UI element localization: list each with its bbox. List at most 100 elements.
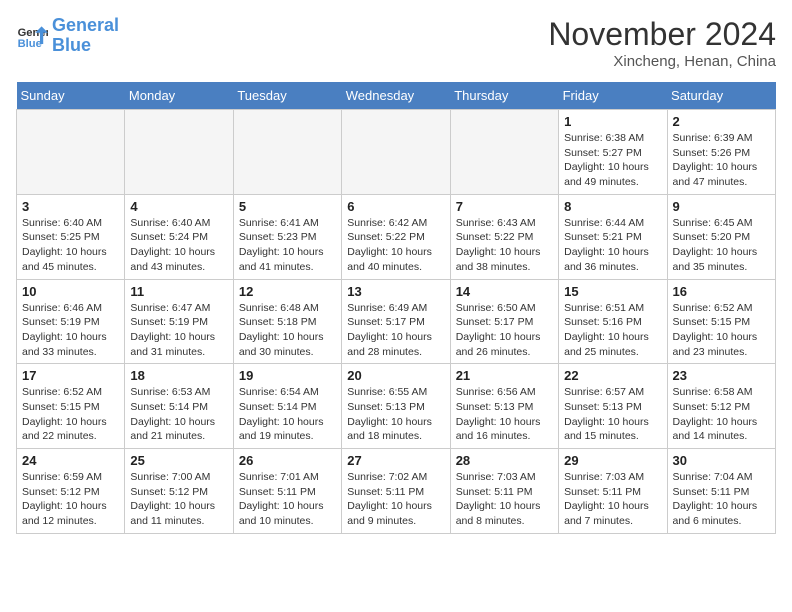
calendar-day-cell: 29 Sunrise: 7:03 AM Sunset: 5:11 PM Dayli… [559,449,667,534]
calendar-day-cell: 25 Sunrise: 7:00 AM Sunset: 5:12 PM Dayli… [125,449,233,534]
day-info: Sunrise: 7:00 AM Sunset: 5:12 PM Dayligh… [130,470,227,529]
calendar-day-cell [342,110,450,195]
logo-line2: Blue [52,35,91,55]
calendar-week-row: 17Sunrise: 6:52 AM Sunset: 5:15 PM Dayli… [17,364,776,449]
calendar-day-cell: 21Sunrise: 6:56 AM Sunset: 5:13 PM Dayli… [450,364,558,449]
calendar-week-row: 24 Sunrise: 6:59 AM Sunset: 5:12 PM Dayli… [17,449,776,534]
weekday-header: Thursday [450,82,558,110]
day-info: Sunrise: 6:40 AM Sunset: 5:24 PM Dayligh… [130,216,227,275]
calendar-day-cell: 4 Sunrise: 6:40 AM Sunset: 5:24 PM Daylig… [125,194,233,279]
calendar-week-row: 3 Sunrise: 6:40 AM Sunset: 5:25 PM Daylig… [17,194,776,279]
logo-text: General Blue [52,16,119,56]
day-info: Sunrise: 6:52 AM Sunset: 5:15 PM Dayligh… [673,301,770,360]
calendar-day-cell: 11Sunrise: 6:47 AM Sunset: 5:19 PM Dayli… [125,279,233,364]
weekday-header: Sunday [17,82,125,110]
day-info: Sunrise: 7:02 AM Sunset: 5:11 PM Dayligh… [347,470,444,529]
day-number: 20 [347,368,444,383]
weekday-header: Tuesday [233,82,341,110]
day-info: Sunrise: 7:04 AM Sunset: 5:11 PM Dayligh… [673,470,770,529]
day-info: Sunrise: 6:54 AM Sunset: 5:14 PM Dayligh… [239,385,336,444]
calendar-day-cell: 28 Sunrise: 7:03 AM Sunset: 5:11 PM Dayli… [450,449,558,534]
calendar-week-row: 1 Sunrise: 6:38 AM Sunset: 5:27 PM Daylig… [17,110,776,195]
month-title: November 2024 [548,16,776,53]
day-info: Sunrise: 6:44 AM Sunset: 5:21 PM Dayligh… [564,216,661,275]
day-number: 15 [564,284,661,299]
calendar-day-cell: 12Sunrise: 6:48 AM Sunset: 5:18 PM Dayli… [233,279,341,364]
day-number: 19 [239,368,336,383]
day-number: 18 [130,368,227,383]
day-number: 25 [130,453,227,468]
day-number: 21 [456,368,553,383]
weekday-header: Wednesday [342,82,450,110]
calendar-day-cell: 27 Sunrise: 7:02 AM Sunset: 5:11 PM Dayli… [342,449,450,534]
day-info: Sunrise: 6:38 AM Sunset: 5:27 PM Dayligh… [564,131,661,190]
weekday-header: Monday [125,82,233,110]
calendar-day-cell [450,110,558,195]
calendar-day-cell: 18 Sunrise: 6:53 AM Sunset: 5:14 PM Dayli… [125,364,233,449]
calendar-day-cell: 1 Sunrise: 6:38 AM Sunset: 5:27 PM Daylig… [559,110,667,195]
calendar-day-cell: 30 Sunrise: 7:04 AM Sunset: 5:11 PM Dayli… [667,449,775,534]
calendar-week-row: 10 Sunrise: 6:46 AM Sunset: 5:19 PM Dayli… [17,279,776,364]
calendar-day-cell: 20 Sunrise: 6:55 AM Sunset: 5:13 PM Dayli… [342,364,450,449]
day-number: 9 [673,199,770,214]
day-number: 22 [564,368,661,383]
day-number: 26 [239,453,336,468]
day-number: 6 [347,199,444,214]
calendar-day-cell: 22 Sunrise: 6:57 AM Sunset: 5:13 PM Dayli… [559,364,667,449]
day-number: 24 [22,453,119,468]
day-info: Sunrise: 6:51 AM Sunset: 5:16 PM Dayligh… [564,301,661,360]
calendar-day-cell: 5 Sunrise: 6:41 AM Sunset: 5:23 PM Daylig… [233,194,341,279]
logo-line1: General [52,15,119,35]
logo: General Blue General Blue [16,16,119,56]
day-info: Sunrise: 6:57 AM Sunset: 5:13 PM Dayligh… [564,385,661,444]
day-number: 28 [456,453,553,468]
calendar-day-cell: 15 Sunrise: 6:51 AM Sunset: 5:16 PM Dayli… [559,279,667,364]
day-number: 29 [564,453,661,468]
day-number: 16 [673,284,770,299]
day-info: Sunrise: 6:50 AM Sunset: 5:17 PM Dayligh… [456,301,553,360]
calendar-day-cell: 14 Sunrise: 6:50 AM Sunset: 5:17 PM Dayli… [450,279,558,364]
weekday-header: Saturday [667,82,775,110]
calendar-day-cell: 17Sunrise: 6:52 AM Sunset: 5:15 PM Dayli… [17,364,125,449]
day-info: Sunrise: 6:49 AM Sunset: 5:17 PM Dayligh… [347,301,444,360]
calendar-day-cell [125,110,233,195]
day-info: Sunrise: 6:43 AM Sunset: 5:22 PM Dayligh… [456,216,553,275]
day-number: 10 [22,284,119,299]
day-number: 5 [239,199,336,214]
day-info: Sunrise: 6:39 AM Sunset: 5:26 PM Dayligh… [673,131,770,190]
day-info: Sunrise: 6:40 AM Sunset: 5:25 PM Dayligh… [22,216,119,275]
day-number: 13 [347,284,444,299]
day-info: Sunrise: 7:03 AM Sunset: 5:11 PM Dayligh… [456,470,553,529]
calendar-day-cell: 8Sunrise: 6:44 AM Sunset: 5:21 PM Daylig… [559,194,667,279]
day-info: Sunrise: 6:41 AM Sunset: 5:23 PM Dayligh… [239,216,336,275]
day-number: 27 [347,453,444,468]
calendar-day-cell: 9 Sunrise: 6:45 AM Sunset: 5:20 PM Daylig… [667,194,775,279]
day-number: 7 [456,199,553,214]
day-info: Sunrise: 6:46 AM Sunset: 5:19 PM Dayligh… [22,301,119,360]
day-info: Sunrise: 6:58 AM Sunset: 5:12 PM Dayligh… [673,385,770,444]
day-number: 30 [673,453,770,468]
day-number: 1 [564,114,661,129]
day-number: 14 [456,284,553,299]
day-info: Sunrise: 7:03 AM Sunset: 5:11 PM Dayligh… [564,470,661,529]
day-info: Sunrise: 6:45 AM Sunset: 5:20 PM Dayligh… [673,216,770,275]
day-number: 4 [130,199,227,214]
calendar-day-cell [17,110,125,195]
day-number: 3 [22,199,119,214]
day-info: Sunrise: 6:53 AM Sunset: 5:14 PM Dayligh… [130,385,227,444]
calendar-day-cell: 7 Sunrise: 6:43 AM Sunset: 5:22 PM Daylig… [450,194,558,279]
calendar-day-cell: 16 Sunrise: 6:52 AM Sunset: 5:15 PM Dayli… [667,279,775,364]
calendar-day-cell: 23Sunrise: 6:58 AM Sunset: 5:12 PM Dayli… [667,364,775,449]
day-info: Sunrise: 6:47 AM Sunset: 5:19 PM Dayligh… [130,301,227,360]
calendar-day-cell: 3 Sunrise: 6:40 AM Sunset: 5:25 PM Daylig… [17,194,125,279]
calendar-day-cell: 13 Sunrise: 6:49 AM Sunset: 5:17 PM Dayli… [342,279,450,364]
day-info: Sunrise: 6:59 AM Sunset: 5:12 PM Dayligh… [22,470,119,529]
calendar-day-cell: 10 Sunrise: 6:46 AM Sunset: 5:19 PM Dayli… [17,279,125,364]
day-info: Sunrise: 6:55 AM Sunset: 5:13 PM Dayligh… [347,385,444,444]
day-info: Sunrise: 6:42 AM Sunset: 5:22 PM Dayligh… [347,216,444,275]
day-info: Sunrise: 6:52 AM Sunset: 5:15 PM Dayligh… [22,385,119,444]
day-info: Sunrise: 7:01 AM Sunset: 5:11 PM Dayligh… [239,470,336,529]
calendar-day-cell [233,110,341,195]
weekday-header: Friday [559,82,667,110]
svg-text:Blue: Blue [18,38,42,50]
